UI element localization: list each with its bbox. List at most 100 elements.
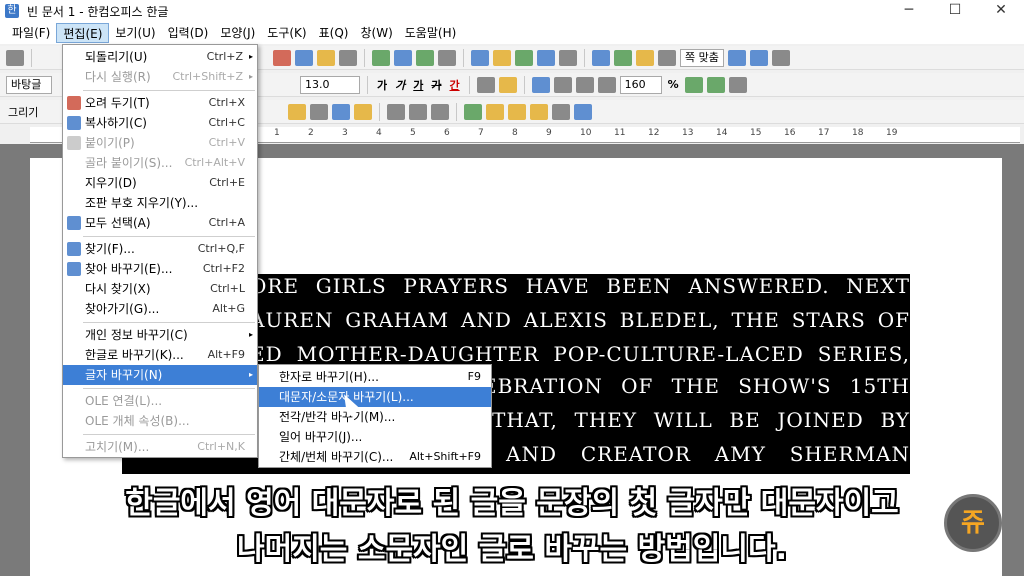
zoom-combo[interactable]: 쪽 맞춤 bbox=[680, 48, 724, 67]
line-style-icon[interactable] bbox=[387, 103, 406, 120]
menu-item-label: 지우기(D) bbox=[85, 176, 137, 190]
submenu-item-change-case[interactable]: 대문자/소문자 바꾸기(L)... bbox=[259, 387, 491, 407]
new-document-icon[interactable] bbox=[6, 49, 24, 66]
memo-icon[interactable] bbox=[636, 49, 654, 66]
picture-icon[interactable] bbox=[471, 49, 489, 66]
hyperlink-icon[interactable] bbox=[515, 49, 533, 66]
menu-item-cut[interactable]: 오려 두기(T) Ctrl+X bbox=[63, 93, 257, 113]
menu-item-fix[interactable]: 고치기(M)... Ctrl+N,K bbox=[63, 437, 257, 457]
line-icon[interactable] bbox=[310, 103, 329, 120]
drawing-icon[interactable] bbox=[493, 49, 511, 66]
close-button[interactable]: ✕ bbox=[978, 0, 1024, 22]
style-combo[interactable]: 바탕글 bbox=[6, 75, 52, 94]
menu-window[interactable]: 창(W) bbox=[354, 23, 398, 43]
minimize-button[interactable]: ─ bbox=[886, 0, 932, 22]
submenu-item-to-hanja[interactable]: 한자로 바꾸기(H)... F9 bbox=[259, 367, 491, 387]
graph-icon[interactable] bbox=[537, 49, 555, 66]
menu-item-paste[interactable]: 붙이기(P) Ctrl+V bbox=[63, 133, 257, 153]
italic-button[interactable]: 가 bbox=[393, 77, 407, 93]
menu-item-label: 글자 바꾸기(N) bbox=[85, 368, 163, 382]
menu-item-to-hangul[interactable]: 한글로 바꾸기(K)... Alt+F9 bbox=[63, 345, 257, 365]
line-spacing-combo[interactable]: 160 bbox=[619, 75, 662, 94]
ruler-tick: 16 bbox=[784, 128, 796, 138]
shape-icon[interactable] bbox=[288, 103, 307, 120]
ruler-tick: 15 bbox=[750, 128, 762, 138]
group-icon[interactable] bbox=[464, 103, 483, 120]
chart-icon[interactable] bbox=[438, 49, 456, 66]
menu-edit[interactable]: 편집(E) bbox=[56, 23, 110, 43]
pen-icon[interactable] bbox=[498, 76, 517, 93]
menu-item-delete[interactable]: 지우기(D) Ctrl+E bbox=[63, 173, 257, 193]
wrap-icon[interactable] bbox=[552, 103, 571, 120]
align-objects-icon[interactable] bbox=[431, 103, 450, 120]
style-icon[interactable] bbox=[372, 49, 390, 66]
menu-item-delete-codes[interactable]: 조판 부호 지우기(Y)... bbox=[63, 193, 257, 213]
page-icon[interactable] bbox=[559, 49, 577, 66]
menu-item-select-all[interactable]: 모두 선택(A) Ctrl+A bbox=[63, 213, 257, 233]
outdent-icon[interactable] bbox=[706, 76, 725, 93]
flip-icon[interactable] bbox=[530, 103, 549, 120]
paragraph-icon[interactable] bbox=[394, 49, 412, 66]
menu-item-redo[interactable]: 다시 실행(R) Ctrl+Shift+Z ▸ bbox=[63, 67, 257, 87]
highlight-icon[interactable] bbox=[476, 76, 495, 93]
zoom-out-icon[interactable] bbox=[749, 49, 768, 66]
menu-tools[interactable]: 도구(K) bbox=[261, 23, 312, 43]
symbol-icon[interactable] bbox=[592, 49, 610, 66]
menu-item-copy[interactable]: 복사하기(C) Ctrl+C bbox=[63, 113, 257, 133]
menu-item-personal-info[interactable]: 개인 정보 바꾸기(C) ▸ bbox=[63, 325, 257, 345]
menu-item-undo[interactable]: 되돌리기(U) Ctrl+Z ▸ bbox=[63, 47, 257, 67]
menu-format[interactable]: 모양(J) bbox=[214, 23, 261, 43]
menu-item-goto[interactable]: 찾아가기(G)... Alt+G bbox=[63, 299, 257, 319]
table-icon[interactable] bbox=[416, 49, 434, 66]
copy-icon[interactable] bbox=[295, 49, 313, 66]
fill-color-icon[interactable] bbox=[354, 103, 373, 120]
menu-view[interactable]: 보기(U) bbox=[109, 23, 161, 43]
maximize-button[interactable]: ☐ bbox=[932, 0, 978, 22]
preview-icon[interactable] bbox=[771, 49, 790, 66]
submenu-item-simplified-traditional[interactable]: 간체/번체 바꾸기(C)... Alt+Shift+F9 bbox=[259, 447, 491, 467]
rotate-icon[interactable] bbox=[508, 103, 527, 120]
align-left-icon[interactable] bbox=[553, 76, 572, 93]
arrow-style-icon[interactable] bbox=[409, 103, 428, 120]
menu-item-find-next[interactable]: 다시 찾기(X) Ctrl+L bbox=[63, 279, 257, 299]
title-bar: 한 빈 문서 1 - 한컴오피스 한글 ─ ☐ ✕ bbox=[0, 0, 1024, 22]
bold-button[interactable]: 가 bbox=[375, 77, 389, 93]
equation-icon[interactable] bbox=[614, 49, 632, 66]
zoom-in-icon[interactable] bbox=[727, 49, 746, 66]
menu-table[interactable]: 표(Q) bbox=[313, 23, 355, 43]
align-justify-icon[interactable] bbox=[531, 76, 550, 93]
ruler-tick: 7 bbox=[478, 128, 484, 138]
text-box-icon[interactable] bbox=[574, 103, 593, 120]
menu-help[interactable]: 도움말(H) bbox=[399, 23, 463, 43]
format-paint-icon[interactable] bbox=[339, 49, 357, 66]
toolbar-separator bbox=[523, 75, 525, 94]
menu-item-shortcut: Ctrl+N,K bbox=[197, 440, 245, 453]
menu-item-paste-special[interactable]: 골라 붙이기(S)... Ctrl+Alt+V bbox=[63, 153, 257, 173]
paste-icon[interactable] bbox=[317, 49, 335, 66]
menu-item-label: 골라 붙이기(S)... bbox=[85, 156, 173, 170]
menu-insert[interactable]: 입력(D) bbox=[162, 23, 215, 43]
strikethrough-button[interactable]: 가 bbox=[429, 77, 443, 93]
font-size-combo[interactable]: 13.0 bbox=[300, 75, 360, 94]
menu-item-label: 다시 실행(R) bbox=[85, 70, 151, 84]
indent-icon[interactable] bbox=[684, 76, 703, 93]
align-right-icon[interactable] bbox=[597, 76, 616, 93]
menu-item-ole-properties[interactable]: OLE 개체 속성(B)... bbox=[63, 411, 257, 431]
menu-file[interactable]: 파일(F) bbox=[6, 23, 56, 43]
font-color-button[interactable]: 간 bbox=[448, 77, 462, 93]
menu-item-change-chars[interactable]: 글자 바꾸기(N) ▸ bbox=[63, 365, 257, 385]
ruler-tick: 13 bbox=[682, 128, 694, 138]
underline-button[interactable]: 가 bbox=[411, 77, 425, 93]
note-icon[interactable] bbox=[658, 49, 676, 66]
submenu-item-full-half-width[interactable]: 전각/반각 바꾸기(M)... bbox=[259, 407, 491, 427]
cut-icon[interactable] bbox=[273, 49, 291, 66]
order-icon[interactable] bbox=[486, 103, 505, 120]
line-color-icon[interactable] bbox=[332, 103, 351, 120]
align-center-icon[interactable] bbox=[575, 76, 594, 93]
menu-item-replace[interactable]: 찾아 바꾸기(E)... Ctrl+F2 bbox=[63, 259, 257, 279]
menu-item-find[interactable]: 찾기(F)... Ctrl+Q,F bbox=[63, 239, 257, 259]
menu-item-ole-link[interactable]: OLE 연결(L)... bbox=[63, 391, 257, 411]
list-icon[interactable] bbox=[728, 76, 747, 93]
submenu-item-japanese[interactable]: 일어 바꾸기(J)... bbox=[259, 427, 491, 447]
draw-menu-button[interactable]: 그리기 bbox=[6, 104, 40, 120]
